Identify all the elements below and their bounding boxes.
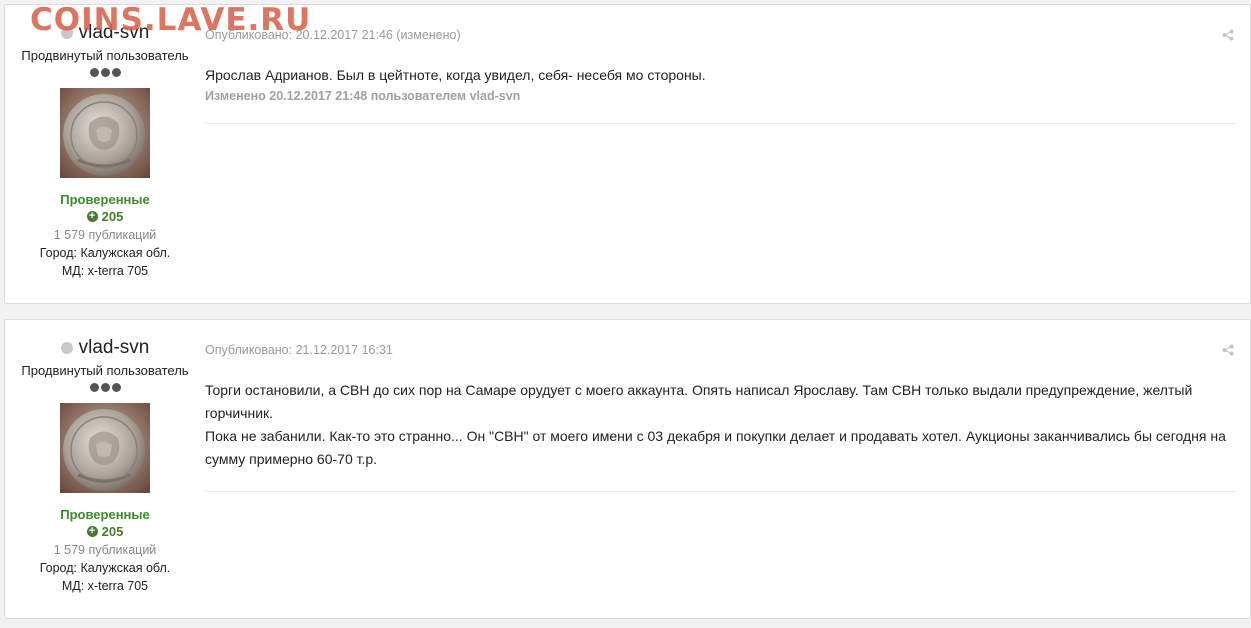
rank-pips-icon <box>5 381 205 395</box>
post-divider <box>205 491 1236 492</box>
author-name-link[interactable]: vlad-svn <box>79 337 150 359</box>
post-body: Торги остановили, а СВН до сих пор на Са… <box>205 379 1236 471</box>
author-md: МД: x-terra 705 <box>61 264 149 278</box>
post-text-line: Торги остановили, а СВН до сих пор на Са… <box>205 382 1193 398</box>
author-city: Город: Калужская обл. <box>39 561 171 575</box>
share-icon[interactable] <box>1222 344 1234 356</box>
author-role: Продвинутый пользователь <box>21 363 189 378</box>
post-text-line: Пока не забанили. Как-то это странно... … <box>205 428 1226 444</box>
member-group: Проверенные <box>60 192 150 207</box>
post-text-line: сумму примерно 60-70 т.р. <box>205 451 378 467</box>
reputation-plus-icon: + <box>86 211 98 222</box>
author-city: Город: Калужская обл. <box>39 246 171 260</box>
post-content: Опубликовано: 21.12.2017 16:31 Торги ост… <box>205 320 1236 492</box>
post-body: Ярослав Адрианов. Был в цейтноте, когда … <box>205 64 1236 87</box>
rank-pips-icon <box>5 66 205 80</box>
avatar[interactable] <box>60 403 150 493</box>
author-md: МД: x-terra 705 <box>61 579 149 593</box>
author-role: Продвинутый пользователь <box>21 48 189 63</box>
online-status-icon <box>60 342 73 354</box>
reputation-badge: + 205 <box>5 209 205 224</box>
reputation-badge: + 205 <box>5 524 205 539</box>
post-timestamp[interactable]: Опубликовано: 21.12.2017 16:31 <box>205 343 1236 357</box>
post-author-panel: vlad-svn Продвинутый пользователь Провер… <box>5 5 205 278</box>
member-group: Проверенные <box>60 507 150 522</box>
post-divider <box>205 123 1236 124</box>
reputation-value: 205 <box>101 524 124 539</box>
reputation-plus-icon: + <box>86 526 98 537</box>
post-timestamp[interactable]: Опубликовано: 20.12.2017 21:46 (изменено… <box>205 28 1236 42</box>
author-name-row: vlad-svn <box>5 336 205 360</box>
post-text-line: горчичник. <box>205 405 274 421</box>
reputation-value: 205 <box>101 209 124 224</box>
forum-post: vlad-svn Продвинутый пользователь Провер… <box>4 4 1251 304</box>
avatar[interactable] <box>60 88 150 178</box>
author-post-count: 1 579 публикаций <box>53 228 157 242</box>
forum-post: vlad-svn Продвинутый пользователь Провер… <box>4 319 1251 619</box>
post-text-line: Ярослав Адрианов. Был в цейтноте, когда … <box>205 67 706 83</box>
author-post-count: 1 579 публикаций <box>53 543 157 557</box>
post-author-panel: vlad-svn Продвинутый пользователь Провер… <box>5 320 205 593</box>
share-icon[interactable] <box>1222 29 1234 41</box>
post-content: Опубликовано: 20.12.2017 21:46 (изменено… <box>205 5 1236 124</box>
site-watermark: COINS.LAVE.RU <box>30 2 312 38</box>
edited-note: Изменено 20.12.2017 21:48 пользователем … <box>205 89 521 103</box>
